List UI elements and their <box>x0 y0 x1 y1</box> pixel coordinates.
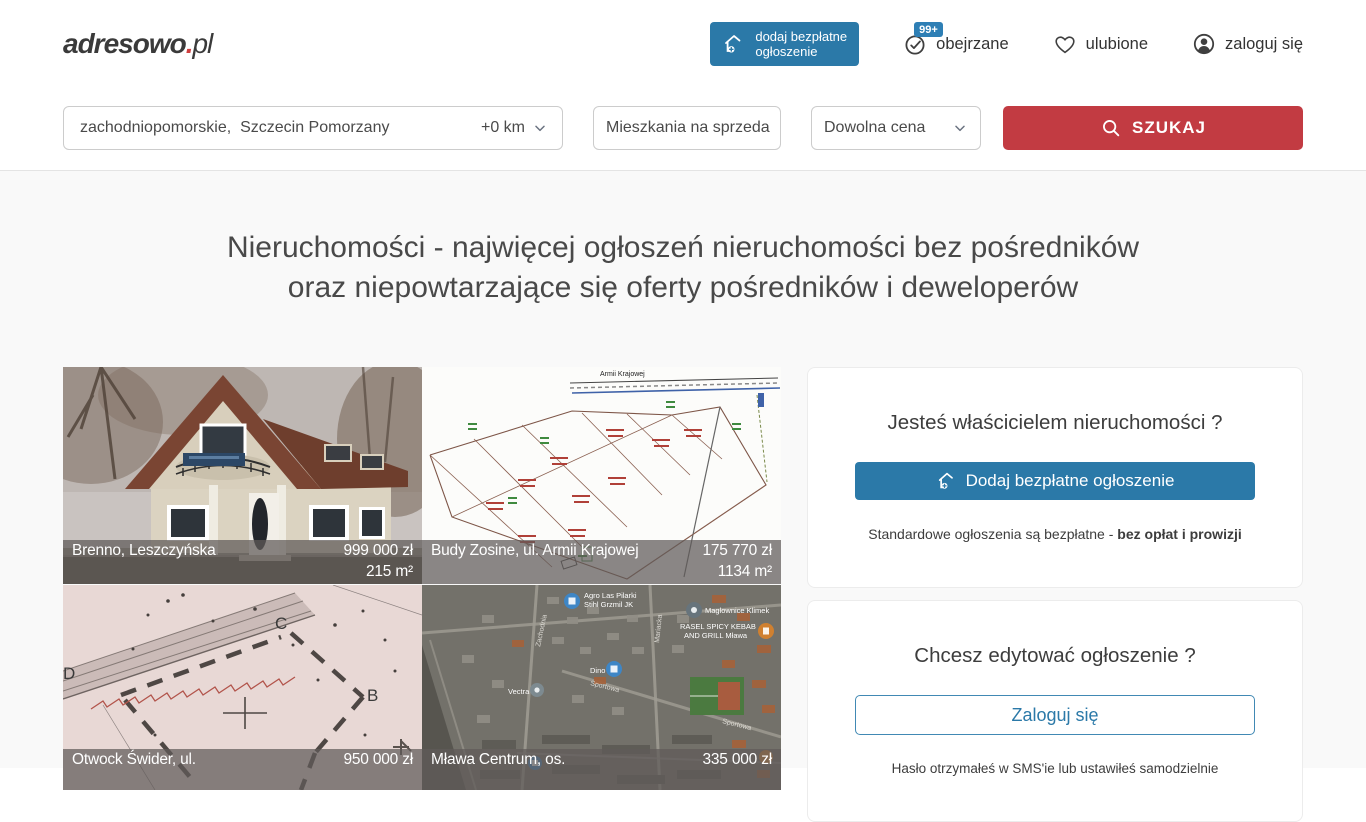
edit-panel: Chcesz edytować ogłoszenie ? Zaloguj się… <box>807 600 1303 822</box>
listing-card[interactable]: C B D Otwo <box>63 585 422 790</box>
svg-text:Agro Las Pilarki: Agro Las Pilarki <box>584 591 637 600</box>
category-select[interactable]: Mieszkania na sprzeda <box>593 106 781 150</box>
edit-panel-title: Chcesz edytować ogłoszenie ? <box>855 644 1255 668</box>
svg-text:Vectra: Vectra <box>508 687 530 696</box>
login-label: zaloguj się <box>1225 35 1303 54</box>
listing-caption: Budy Zosine, ul. Armii Krajowej 175 770 … <box>422 540 781 584</box>
search-bar: +0 km Mieszkania na sprzeda Dowolna cena <box>0 106 1366 150</box>
listing-price: 175 770 zł <box>639 541 772 562</box>
site-logo[interactable]: adresowo.pl <box>63 28 212 60</box>
login-button[interactable]: Zaloguj się <box>855 695 1255 735</box>
listing-grid: Brenno, Leszczyńska 999 000 zł 215 m² Ar… <box>63 367 781 822</box>
listing-price: 950 000 zł <box>280 750 413 771</box>
viewed-label: obejrzane <box>936 35 1008 54</box>
owner-panel-title: Jesteś właścicielem nieruchomości ? <box>855 411 1255 435</box>
svg-text:RASEL SPICY KEBAB: RASEL SPICY KEBAB <box>680 622 756 631</box>
svg-text:Dino: Dino <box>590 666 605 675</box>
owner-panel-note: Standardowe ogłoszenia są bezpłatne - be… <box>855 526 1255 542</box>
search-button-label: SZUKAJ <box>1132 118 1206 138</box>
top-nav: dodaj bezpłatneogłoszenie 99+ obejrzane <box>710 22 1303 66</box>
listing-location: Brenno, Leszczyńska <box>72 541 280 582</box>
viewed-count-badge: 99+ <box>914 22 943 37</box>
page-title: Nieruchomości - najwięcej ogłoszeń nieru… <box>63 171 1303 308</box>
listing-area: 215 m² <box>280 562 413 583</box>
heart-icon <box>1053 32 1077 56</box>
listing-card[interactable]: Agro Las Pilarki Stihl Grzmil JK Maglown… <box>422 585 781 790</box>
logo-tld: pl <box>192 28 212 59</box>
house-plus-icon <box>936 470 958 492</box>
radius-value: +0 km <box>481 119 525 137</box>
owner-panel: Jesteś właścicielem nieruchomości ? Doda… <box>807 367 1303 588</box>
search-button[interactable]: SZUKAJ <box>1003 106 1303 150</box>
top-bar: adresowo.pl dodaj bezpłatneogłoszenie <box>0 0 1366 88</box>
category-value: Mieszkania na sprzeda <box>606 119 770 137</box>
logo-name: adresowo <box>63 28 186 59</box>
house-plus-icon <box>722 32 746 56</box>
edit-panel-note: Hasło otrzymałeś w SMS'ie lub ustawiłeś … <box>855 761 1255 776</box>
add-listing-label: dodaj bezpłatneogłoszenie <box>755 29 847 59</box>
svg-text:D: D <box>63 664 75 683</box>
listing-location: Budy Zosine, ul. Armii Krajowej <box>431 541 639 582</box>
main-content: Nieruchomości - najwięcej ogłoszeń nieru… <box>0 171 1366 768</box>
add-free-listing-button[interactable]: Dodaj bezpłatne ogłoszenie <box>855 462 1255 500</box>
price-value: Dowolna cena <box>824 119 925 137</box>
listing-caption: Mława Centrum, os. 335 000 zł <box>422 749 781 790</box>
listing-price: 999 000 zł <box>280 541 413 562</box>
listing-location: Otwock Świder, ul. <box>72 750 280 788</box>
listing-price: 335 000 zł <box>639 750 772 771</box>
listing-caption: Brenno, Leszczyńska 999 000 zł 215 m² <box>63 540 422 584</box>
check-circle-icon: 99+ <box>903 32 927 56</box>
nav-item-favorites[interactable]: ulubione <box>1053 32 1148 56</box>
svg-text:AND GRILL Mława: AND GRILL Mława <box>684 631 748 640</box>
page-header: adresowo.pl dodaj bezpłatneogłoszenie <box>0 0 1366 171</box>
svg-text:B: B <box>367 686 378 705</box>
nav-item-login[interactable]: zaloguj się <box>1192 32 1303 56</box>
chevron-down-icon <box>952 120 968 136</box>
svg-text:C: C <box>275 614 287 633</box>
listing-location: Mława Centrum, os. <box>431 750 639 788</box>
chevron-down-icon <box>532 120 548 136</box>
magnifier-icon <box>1100 117 1122 139</box>
radius-select[interactable]: +0 km <box>481 119 548 137</box>
sidebar: Jesteś właścicielem nieruchomości ? Doda… <box>807 367 1303 822</box>
listing-caption: Otwock Świder, ul. 950 000 zł <box>63 749 422 790</box>
person-circle-icon <box>1192 32 1216 56</box>
nav-item-viewed[interactable]: 99+ obejrzane <box>903 32 1008 56</box>
svg-text:Stihl Grzmil JK: Stihl Grzmil JK <box>584 600 633 609</box>
price-select[interactable]: Dowolna cena <box>811 106 981 150</box>
listing-card[interactable]: Armii Krajowej <box>422 367 781 584</box>
add-free-listing-label: Dodaj bezpłatne ogłoszenie <box>966 471 1175 491</box>
location-input[interactable] <box>78 118 481 138</box>
listing-card[interactable]: Brenno, Leszczyńska 999 000 zł 215 m² <box>63 367 422 584</box>
svg-text:Maglownice Klimek: Maglownice Klimek <box>705 606 769 615</box>
favorites-label: ulubione <box>1086 35 1148 54</box>
add-listing-button[interactable]: dodaj bezpłatneogłoszenie <box>710 22 859 66</box>
svg-text:Armii Krajowej: Armii Krajowej <box>600 371 645 378</box>
listing-area: 1134 m² <box>639 562 772 583</box>
location-field: +0 km <box>63 106 563 150</box>
